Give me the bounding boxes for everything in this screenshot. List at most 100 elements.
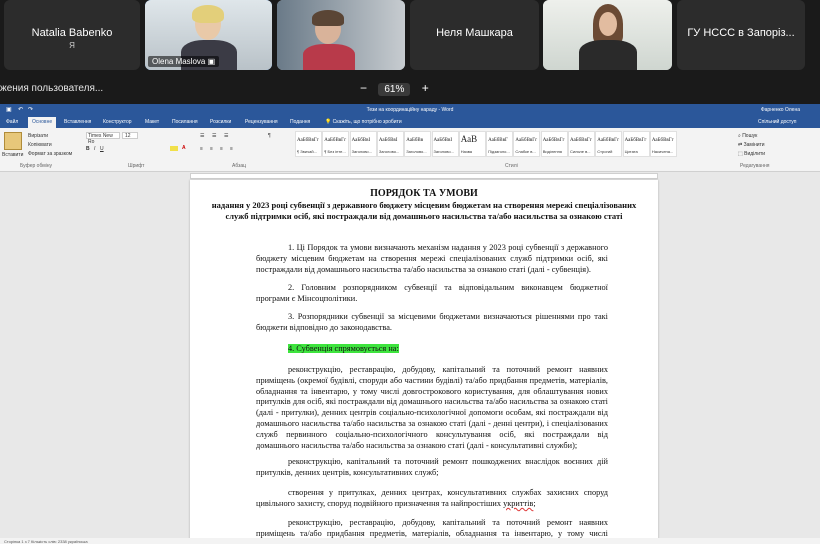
format-painter-button[interactable]: Формат за зразком: [28, 151, 72, 157]
participant-tile-nelya[interactable]: Неля Машкара: [410, 0, 539, 70]
group-font-label: Шрифт: [128, 163, 145, 169]
tell-me-box[interactable]: 💡 Скажіть, що потрібно зробити: [325, 119, 402, 125]
style-option[interactable]: АаБбВвІ Заголово...: [376, 131, 404, 157]
style-option[interactable]: АаБбВвГг Сильне в...: [568, 131, 595, 157]
style-sample: АаБбВвГг: [570, 138, 592, 143]
paragraph-4: 4. Субвенція спрямовується на:: [256, 344, 608, 355]
tab-layout[interactable]: Макет: [145, 119, 159, 125]
paragraph-7-text: створення у притулках, денних центрах, к…: [256, 488, 608, 508]
style-label: Строгий: [597, 149, 613, 154]
style-option[interactable]: АаБбВвІ Заголово...: [431, 131, 459, 157]
paragraph-1: 1. Ці Порядок та умови визначають механі…: [256, 243, 608, 274]
style-sample: АаБбВвГг: [542, 138, 565, 143]
style-label: Назва: [460, 149, 473, 154]
participant-hair: [192, 5, 224, 23]
group-styles-label: Стилі: [505, 163, 518, 169]
doc-subheading: надання у 2023 році субвенції з державно…: [211, 200, 637, 221]
participant-tile-3[interactable]: [277, 0, 405, 70]
style-option[interactable]: АаБбВвГ Підзаголо...: [486, 131, 514, 157]
participant-tile-natalia[interactable]: Natalia Babenko Я: [4, 0, 140, 70]
style-sample: АаБбВвГг: [515, 138, 538, 143]
replace-label: Замінити: [743, 142, 765, 148]
style-sample: АаБбВвГг: [324, 138, 347, 143]
style-option[interactable]: АаБбВв Заголово...: [404, 131, 432, 157]
style-label: Заголово...: [351, 149, 372, 154]
find-button[interactable]: ⌕ Пошук: [738, 133, 757, 139]
tab-home[interactable]: Основне: [28, 117, 57, 128]
zoom-in-button[interactable]: +: [422, 81, 429, 95]
replace-icon: ⇄: [738, 142, 743, 148]
paste-icon[interactable]: [4, 132, 22, 150]
participant-tile-gu-nsss[interactable]: ГУ НССС в Запоріз...: [677, 0, 805, 70]
style-option[interactable]: АаБбВвГг ¶ Без інте...: [322, 131, 350, 157]
style-label: ¶ Звичай...: [297, 149, 317, 154]
select-icon: ⬚: [738, 151, 743, 157]
justify-icon[interactable]: ≡: [230, 146, 233, 152]
style-sample: АаБбВвГг: [597, 138, 620, 143]
bullets-icon[interactable]: ☰: [200, 133, 204, 139]
font-name-select[interactable]: Times New Ro: [86, 132, 120, 145]
participant-tile-olena[interactable]: Olena Maslova ▣: [145, 0, 272, 70]
style-label: Виділення: [542, 149, 562, 154]
zoom-level[interactable]: 61%: [378, 83, 411, 96]
share-button[interactable]: Спільний доступ: [758, 119, 796, 125]
tab-design[interactable]: Конструктор: [103, 119, 132, 125]
tell-me-label: Скажіть, що потрібно зробити: [332, 119, 402, 125]
replace-button[interactable]: ⇄ Замінити: [738, 142, 765, 148]
zoom-out-button[interactable]: −: [360, 81, 367, 95]
align-left-icon[interactable]: ≡: [200, 146, 203, 152]
tab-insert[interactable]: Вставлення: [64, 119, 91, 125]
tab-review[interactable]: Рецензування: [245, 119, 278, 125]
style-option[interactable]: АаБбВвГг Насичена...: [649, 131, 677, 157]
highlight-color-icon[interactable]: [170, 146, 178, 151]
multilevel-icon[interactable]: ☰: [224, 133, 228, 139]
style-sample: АаВ: [460, 134, 478, 144]
style-label: Заголово...: [378, 149, 400, 154]
style-option[interactable]: АаВ Назва: [458, 131, 486, 157]
style-option[interactable]: АаБбВвГг Слабке в...: [513, 131, 541, 157]
style-option[interactable]: АаБбВвГг ¶ Звичай...: [295, 131, 322, 157]
style-option[interactable]: АаБбВвГг Виділення: [540, 131, 568, 157]
tab-view[interactable]: Подання: [290, 119, 310, 125]
participant-body: [303, 44, 355, 70]
participant-self-label: Я: [69, 41, 75, 50]
font-color-icon[interactable]: A: [182, 145, 186, 151]
ruler-bar[interactable]: [190, 173, 658, 179]
style-option[interactable]: АаБбВвГг Цитата: [622, 131, 650, 157]
align-center-icon[interactable]: ≡: [210, 146, 213, 152]
status-bar: Сторінка 1 з 7 Кількість слів: 2338 укра…: [0, 538, 820, 544]
font-size-select[interactable]: 12: [122, 132, 138, 139]
style-label: Сильне в...: [570, 149, 591, 154]
tab-file[interactable]: Файл: [6, 119, 18, 125]
paste-label: Вставити: [2, 152, 24, 158]
style-option[interactable]: АаБбВвГг Строгий: [595, 131, 623, 157]
highlighted-text: 4. Субвенція спрямовується на:: [288, 344, 399, 353]
participant-name: Olena Maslova: [152, 57, 206, 66]
select-button[interactable]: ⬚ Виділити: [738, 151, 765, 157]
show-marks-icon[interactable]: ¶: [268, 133, 271, 139]
paragraph-5: реконструкцію, реставрацію, добудову, ка…: [256, 365, 608, 450]
italic-button[interactable]: I: [94, 146, 95, 152]
share-toolbar: жения пользователя... − 61% +: [0, 74, 820, 104]
document-page[interactable]: ПОРЯДОК ТА УМОВИ надання у 2023 році суб…: [190, 180, 658, 544]
cut-button[interactable]: Вирізати: [28, 133, 48, 139]
screen-share-icon: ▣: [207, 57, 216, 66]
copy-button[interactable]: Копіювати: [28, 142, 52, 148]
align-right-icon[interactable]: ≡: [220, 146, 223, 152]
group-editing-label: Редагування: [740, 163, 770, 169]
zoom-control: − 61% +: [360, 81, 429, 96]
style-option[interactable]: АаБбВвІ Заголово...: [349, 131, 377, 157]
signed-in-user[interactable]: Фарненко Олена: [761, 107, 800, 113]
style-sample: АаБбВвГг: [297, 138, 319, 143]
horizontal-ruler: [0, 172, 820, 180]
participant-name-tag: Olena Maslova ▣: [148, 56, 220, 67]
participant-tile-5[interactable]: [543, 0, 672, 70]
tab-references[interactable]: Посилання: [172, 119, 198, 125]
participant-face-inner: [599, 12, 617, 36]
search-icon: ⌕: [738, 133, 741, 139]
bold-button[interactable]: B: [86, 146, 90, 152]
underline-button[interactable]: U: [100, 146, 104, 152]
tab-mailings[interactable]: Розсилки: [210, 119, 231, 125]
spellcheck-word: укриттів: [503, 498, 534, 508]
numbering-icon[interactable]: ☰: [212, 133, 216, 139]
